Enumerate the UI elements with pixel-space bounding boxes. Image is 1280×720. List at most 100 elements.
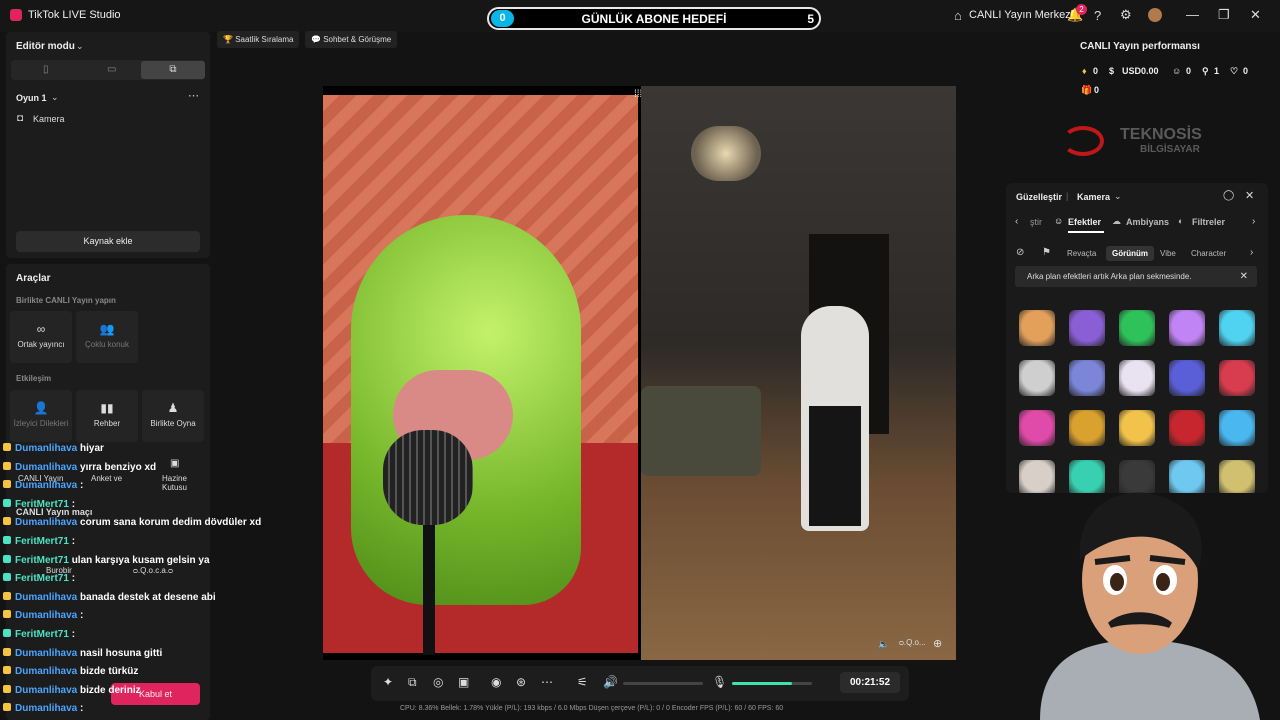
chat-username[interactable]: Dumanlihava	[15, 685, 77, 696]
treasure-icon: ▣	[170, 458, 180, 469]
more-icon[interactable]: ⋯	[541, 675, 553, 689]
chat-username[interactable]: Dumanlihava	[15, 592, 77, 603]
add-source-button[interactable]: Kaynak ekle	[16, 231, 200, 252]
poll-label[interactable]: Anket ve	[91, 474, 122, 483]
treasure-label[interactable]: Hazine Kutusu	[162, 474, 210, 492]
bookmark-icon[interactable]: ⚑	[1042, 247, 1051, 258]
effect-thumbnail[interactable]	[1019, 310, 1055, 346]
category-appearance[interactable]: Görünüm	[1106, 246, 1154, 261]
effect-thumbnail[interactable]	[1119, 360, 1155, 396]
chat-meet-label: Sohbet & Görüşme	[323, 35, 392, 44]
chat-text: nasil hosuna gitti	[80, 647, 163, 659]
speaker-volume-slider[interactable]	[623, 682, 703, 685]
close-icon[interactable]: ✕	[1245, 189, 1254, 202]
portrait-layout-icon[interactable]: ▯	[43, 64, 49, 75]
close-icon[interactable]: ✕	[1250, 8, 1261, 22]
chat-username[interactable]: Dumanlihava	[15, 443, 77, 454]
chat-text: :	[71, 573, 76, 585]
chat-username[interactable]: FeritMert71	[15, 499, 69, 510]
chevron-right-icon[interactable]: ›	[1252, 216, 1255, 227]
effect-thumbnail[interactable]	[1169, 310, 1205, 346]
chat-username[interactable]: Dumanlihava	[15, 610, 77, 621]
chat-username[interactable]: FeritMert71	[15, 555, 69, 566]
effect-icon[interactable]: ◎	[433, 675, 443, 689]
category-vibe[interactable]: Vibe	[1160, 249, 1176, 258]
more-icon[interactable]: ⋯	[188, 89, 199, 102]
chevron-down-icon: ⌄	[76, 41, 84, 51]
cohost-label: Ortak yayıncı	[17, 340, 65, 349]
chat-username[interactable]: Dumanlihava	[15, 517, 77, 528]
effect-thumbnail[interactable]	[1019, 410, 1055, 446]
add-icon[interactable]: ⊕	[933, 637, 942, 650]
chat-username[interactable]: FeritMert71	[15, 573, 69, 584]
chat-username[interactable]: Dumanlihava	[15, 648, 77, 659]
settings-gear-icon[interactable]: ⚙	[1120, 8, 1132, 22]
hourly-rank-pill[interactable]: 🏆 Saatlik Sıralama	[217, 31, 300, 48]
chat-username[interactable]: FeritMert71	[15, 536, 69, 547]
effect-thumbnail[interactable]	[1069, 360, 1105, 396]
mic-volume-slider[interactable]	[732, 682, 812, 685]
chat-meet-pill[interactable]: 💬 Sohbet & Görüşme	[305, 31, 398, 48]
notification-badge: 2	[1076, 4, 1087, 15]
maximize-icon[interactable]: ❐	[1218, 8, 1230, 22]
help-icon[interactable]: ?	[1094, 9, 1101, 23]
chat-icon: 💬	[311, 35, 324, 44]
goal-title: GÜNLÜK ABONE HEDEFİ	[581, 12, 727, 26]
scene-name[interactable]: Oyun 1	[16, 93, 47, 103]
live-timer: 00:21:52	[840, 672, 900, 693]
effect-thumbnail[interactable]	[1119, 410, 1155, 446]
person-icon: 👤	[33, 401, 49, 415]
record-icon[interactable]: ◉	[491, 675, 501, 689]
effect-thumbnail[interactable]	[1219, 360, 1255, 396]
dual-layout-icon[interactable]: ⧉	[141, 61, 205, 79]
capture-icon[interactable]: ⊛	[516, 675, 526, 689]
none-icon[interactable]: ⊘	[1016, 247, 1024, 258]
multi-guest-tool[interactable]: 👥 Çoklu konuk	[76, 311, 138, 363]
viewer-requests-tool[interactable]: 👤 İzleyici Dilekleri	[10, 390, 72, 442]
landscape-layout-icon[interactable]: ▭	[107, 64, 116, 75]
chat-username[interactable]: Dumanlihava	[15, 703, 77, 714]
screen-icon[interactable]: ⧉	[408, 675, 417, 690]
tab-filters[interactable]: Filtreler	[1192, 217, 1225, 227]
volume-icon[interactable]: 🔈	[878, 639, 889, 650]
magic-wand-icon[interactable]: ✦	[383, 675, 393, 689]
effect-thumbnail[interactable]	[1069, 410, 1105, 446]
tab-partial[interactable]: ştir	[1030, 217, 1042, 227]
chat-username[interactable]: Dumanlihava	[15, 666, 77, 677]
chevron-down-icon: ⌄	[1114, 191, 1122, 201]
chevron-left-icon[interactable]: ‹	[1015, 216, 1018, 227]
chat-username[interactable]: FeritMert71	[15, 629, 69, 640]
chat-message: FeritMert71 :	[3, 498, 75, 511]
control-bar: ✦ ⧉ ◎ ▣ ◉ ⊛ ⋯ ⚟ 🔊 🎙 00:21:52	[371, 666, 909, 701]
play-together-tool[interactable]: ♟ Birlikte Oyna	[142, 390, 204, 442]
effect-thumbnail[interactable]	[1169, 410, 1205, 446]
source-camera[interactable]: Kamera	[33, 114, 65, 124]
mixer-icon[interactable]: ⚟	[577, 675, 588, 689]
effect-thumbnail[interactable]	[1219, 310, 1255, 346]
chat-text: :	[71, 629, 76, 640]
tab-ambiance[interactable]: Ambiyans	[1126, 217, 1169, 227]
tab-effects[interactable]: Efektler	[1068, 217, 1101, 227]
reset-icon[interactable]: ◯	[1223, 190, 1234, 201]
beautify-source-dropdown[interactable]: Kamera	[1077, 192, 1110, 202]
close-icon[interactable]: ✕	[1240, 266, 1248, 287]
effect-thumbnail[interactable]	[1119, 310, 1155, 346]
chevron-right-icon[interactable]: ›	[1250, 247, 1253, 258]
effect-thumbnail[interactable]	[1219, 410, 1255, 446]
speaker-icon[interactable]: 🔊	[603, 675, 618, 689]
chat-username[interactable]: Dumanlihava	[15, 462, 77, 473]
layout-icon[interactable]: ▣	[458, 675, 469, 689]
effect-thumbnail[interactable]	[1069, 310, 1105, 346]
effect-thumbnail[interactable]	[1019, 360, 1055, 396]
microphone-icon[interactable]: 🎙	[712, 675, 727, 689]
category-trending[interactable]: Revaçta	[1067, 249, 1096, 258]
editor-mode-dropdown[interactable]: Editör modu	[16, 41, 75, 52]
effect-thumbnail[interactable]	[1169, 360, 1205, 396]
minimize-icon[interactable]: —	[1186, 8, 1199, 22]
guide-tool[interactable]: ▮▮ Rehber	[76, 390, 138, 442]
cohost-tool[interactable]: ∞ Ortak yayıncı	[10, 311, 72, 363]
live-center-link[interactable]: CANLI Yayın Merkezi	[969, 9, 1073, 21]
category-character[interactable]: Character	[1191, 249, 1226, 258]
chat-username[interactable]: Dumanlihava	[15, 480, 77, 491]
profile-avatar[interactable]	[1148, 8, 1162, 22]
